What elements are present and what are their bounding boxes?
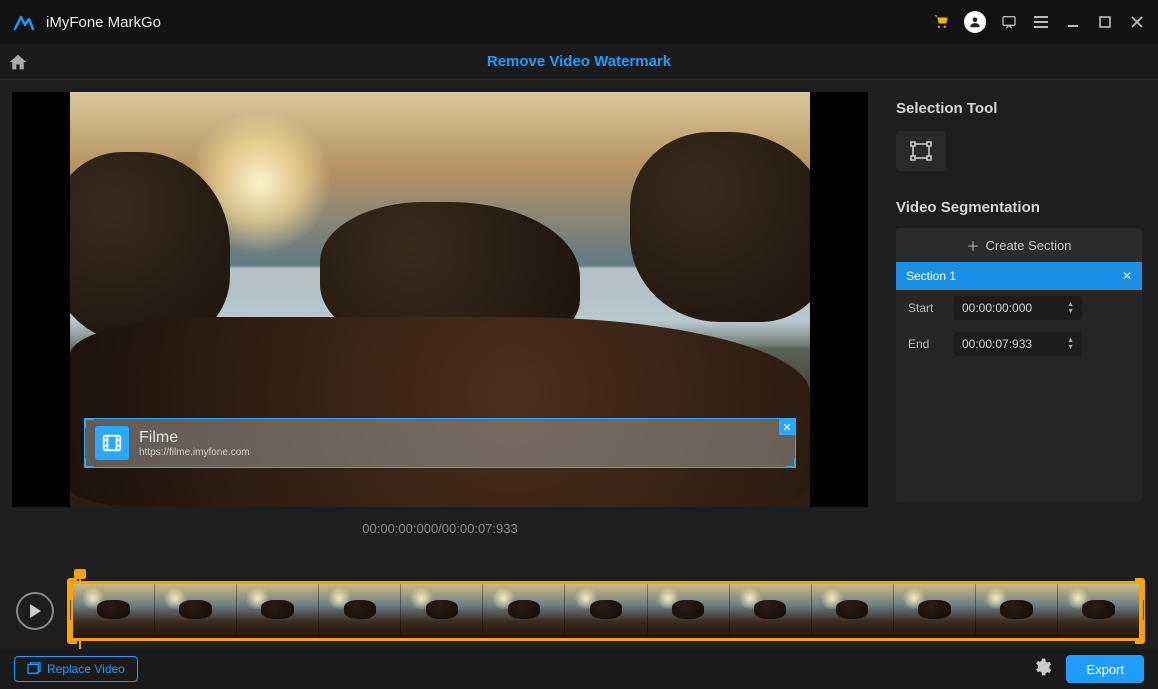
segmentation-heading: Video Segmentation	[896, 199, 1142, 216]
selection-tool-heading: Selection Tool	[896, 100, 1142, 117]
timeline-thumb[interactable]	[812, 584, 894, 638]
preview-pane: ✕ Filme https://filme.imyfone.com 00:00:…	[0, 80, 880, 566]
segmentation-panel: ＋ Create Section Section 1 ✕ Start 00:00…	[896, 228, 1142, 502]
timeline-thumb[interactable]	[73, 584, 155, 638]
timeline-thumb[interactable]	[155, 584, 237, 638]
end-time-row: End 00:00:07:933 ▲▼	[896, 326, 1142, 362]
titlebar-left: iMyFone MarkGo	[12, 12, 161, 32]
page-title: Remove Video Watermark	[36, 53, 1122, 70]
selection-handle-tl[interactable]	[84, 418, 94, 428]
timecode-display: 00:00:00:000/00:00:07:933	[362, 521, 517, 536]
maximize-icon[interactable]	[1096, 13, 1114, 31]
app-logo-icon	[12, 12, 36, 32]
menu-icon[interactable]	[1032, 13, 1050, 31]
start-time-input[interactable]: 00:00:00:000 ▲▼	[954, 296, 1082, 320]
titlebar: iMyFone MarkGo	[0, 0, 1158, 44]
selection-close-button[interactable]: ✕	[779, 419, 795, 435]
play-button[interactable]	[16, 592, 54, 630]
export-label: Export	[1086, 662, 1124, 677]
rectangle-select-tool[interactable]	[896, 131, 946, 171]
section-row[interactable]: Section 1 ✕	[896, 262, 1142, 290]
timeline-area	[0, 566, 1158, 649]
home-button[interactable]	[0, 44, 36, 80]
video-content: ✕ Filme https://filme.imyfone.com	[70, 92, 810, 507]
settings-button[interactable]	[1032, 657, 1052, 682]
replace-icon	[27, 662, 41, 677]
video-frame[interactable]: ✕ Filme https://filme.imyfone.com	[12, 92, 868, 507]
user-icon[interactable]	[964, 11, 986, 33]
replace-video-button[interactable]: Replace Video	[14, 656, 138, 682]
footer-right: Export	[1032, 655, 1144, 683]
watermark-title: Filme	[139, 429, 250, 447]
end-time-value: 00:00:07:933	[962, 337, 1032, 351]
timeline-thumb[interactable]	[237, 584, 319, 638]
main-area: ✕ Filme https://filme.imyfone.com 00:00:…	[0, 80, 1158, 566]
timeline-thumb[interactable]	[976, 584, 1058, 638]
create-section-label: Create Section	[986, 238, 1072, 253]
timeline-thumb[interactable]	[401, 584, 483, 638]
watermark-selection-box[interactable]: ✕ Filme https://filme.imyfone.com	[84, 418, 796, 468]
feedback-icon[interactable]	[1000, 13, 1018, 31]
close-icon[interactable]	[1128, 13, 1146, 31]
start-time-row: Start 00:00:00:000 ▲▼	[896, 290, 1142, 326]
timeline-thumb[interactable]	[730, 584, 812, 638]
app-title: iMyFone MarkGo	[46, 14, 161, 31]
end-time-input[interactable]: 00:00:07:933 ▲▼	[954, 332, 1082, 356]
replace-video-label: Replace Video	[47, 662, 125, 676]
timeline[interactable]	[70, 581, 1142, 641]
start-time-value: 00:00:00:000	[962, 301, 1032, 315]
watermark-subtitle: https://filme.imyfone.com	[139, 447, 250, 458]
selection-handle-br[interactable]	[786, 458, 796, 468]
start-time-spinner[interactable]: ▲▼	[1067, 301, 1074, 315]
section-remove-icon[interactable]: ✕	[1122, 269, 1132, 283]
selection-handle-bl[interactable]	[84, 458, 94, 468]
end-label: End	[908, 337, 942, 351]
export-button[interactable]: Export	[1066, 655, 1144, 683]
timeline-thumb[interactable]	[648, 584, 730, 638]
side-panel: Selection Tool Video Segmentation ＋ Crea…	[880, 80, 1158, 566]
watermark-icon	[95, 426, 129, 460]
section-name: Section 1	[906, 269, 956, 283]
toolbar: Remove Video Watermark	[0, 44, 1158, 80]
end-time-spinner[interactable]: ▲▼	[1067, 337, 1074, 351]
timeline-thumb[interactable]	[565, 584, 647, 638]
watermark-content: Filme https://filme.imyfone.com	[85, 419, 795, 467]
cart-icon[interactable]	[932, 13, 950, 31]
start-label: Start	[908, 301, 942, 315]
timeline-thumb[interactable]	[1058, 584, 1139, 638]
timeline-thumb[interactable]	[483, 584, 565, 638]
plus-icon: ＋	[966, 236, 979, 255]
titlebar-right	[932, 11, 1146, 33]
timeline-thumb[interactable]	[319, 584, 401, 638]
minimize-icon[interactable]	[1064, 13, 1082, 31]
timeline-thumb[interactable]	[894, 584, 976, 638]
footer: Replace Video Export	[0, 649, 1158, 689]
create-section-button[interactable]: ＋ Create Section	[896, 228, 1142, 262]
